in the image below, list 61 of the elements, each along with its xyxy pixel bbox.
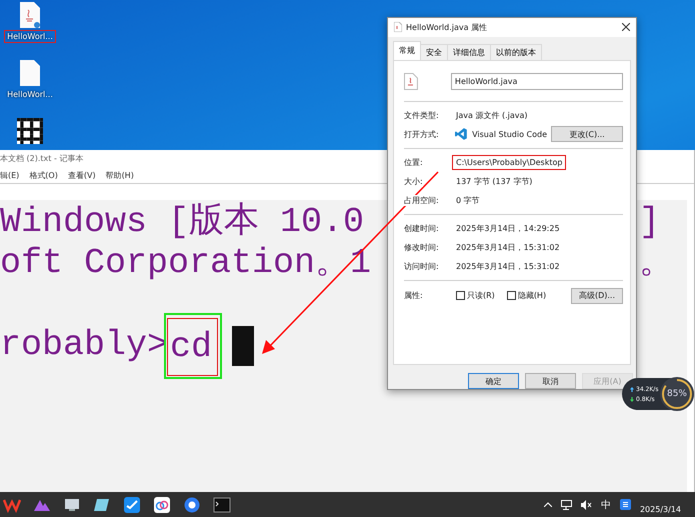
field-label: 属性: [404,290,424,302]
field-value: 2025年3月14日，15:31:02 [455,242,561,254]
field-label: 大小: [404,176,423,187]
text-line: oft Corporation。1 [0,243,372,284]
menu-item[interactable]: 查看(V) [68,170,96,180]
field-label: 打开方式: [404,128,440,140]
check-curve-icon[interactable] [123,496,141,512]
java-file-icon [404,73,418,90]
menu-item[interactable]: 帮助(H) [106,170,134,180]
field-value: 137 字节 (137 字节) [455,176,534,188]
field-label: 文件类型: [404,110,439,121]
app-tray-icon[interactable] [620,499,631,510]
network-icon[interactable] [560,500,572,510]
field-value: 2025年3月14日，14:29:25 [455,222,561,235]
dialog-button[interactable]: 确定 [468,373,519,389]
icon-label[interactable]: HelloWorl... [4,88,56,101]
field-label: 修改时间: [404,242,439,253]
terminal-icon[interactable] [213,496,231,512]
code-editor-icon [455,128,468,140]
input-method-indicator[interactable]: 中 [600,498,611,512]
java-file-icon[interactable] [18,2,41,28]
tab[interactable]: 常规 [393,40,421,60]
text-line: Windows [版本 10.0 [0,202,364,243]
field-value: C:\Users\Probably\Desktop [452,154,566,170]
caret-icon[interactable] [544,502,552,507]
menu-item[interactable]: 辑(E) [0,170,20,180]
field-value: 2025年3月14日，15:31:02 [455,260,561,273]
file-icon[interactable] [18,60,41,86]
muted-speaker-icon[interactable] [580,500,592,510]
icon-label[interactable]: HelloWorl... [4,30,56,43]
checkbox[interactable]: 只读(R) [456,290,495,302]
window-title: 本文档 (2).txt - 记事本 [0,153,84,164]
dialog-title: HelloWorld.java 属性 [406,22,488,33]
menu-item[interactable]: 格式(O) [29,170,58,180]
change-button[interactable]: 更改(C)... [551,126,623,142]
field-label: 占用空间: [404,194,439,206]
browser-icon[interactable] [183,496,201,512]
text-line: 。 [639,243,675,284]
file-name-field[interactable]: HelloWorld.java [450,73,623,90]
advanced-button[interactable]: 高级(D)... [571,288,623,304]
up-arrow-icon [630,386,634,392]
dialog-button[interactable]: 取消 [525,373,576,389]
text-line: ] [639,202,662,243]
field-value: Visual Studio Code [471,128,548,141]
clock-date[interactable]: 2025/3/14 [640,495,681,514]
zigzag-logo-icon[interactable] [3,496,21,512]
field-label: 位置: [404,156,423,168]
qr-code-icon[interactable] [17,118,43,144]
close-icon[interactable] [622,23,630,32]
text-line: robably> [0,325,168,366]
field-label: 访问时间: [404,260,439,272]
file-icon [394,22,402,32]
load-percent: 85% [666,388,688,400]
load-ring [660,377,694,411]
checkbox[interactable]: 隐藏(H) [506,290,546,302]
computer-icon[interactable] [63,496,81,512]
command-text: cd [167,318,218,376]
tab[interactable]: 以前的版本 [490,44,542,60]
down-arrow-icon [630,396,634,402]
field-label: 创建时间: [404,222,439,234]
field-value: Java 源文件 (.java) [454,110,529,122]
